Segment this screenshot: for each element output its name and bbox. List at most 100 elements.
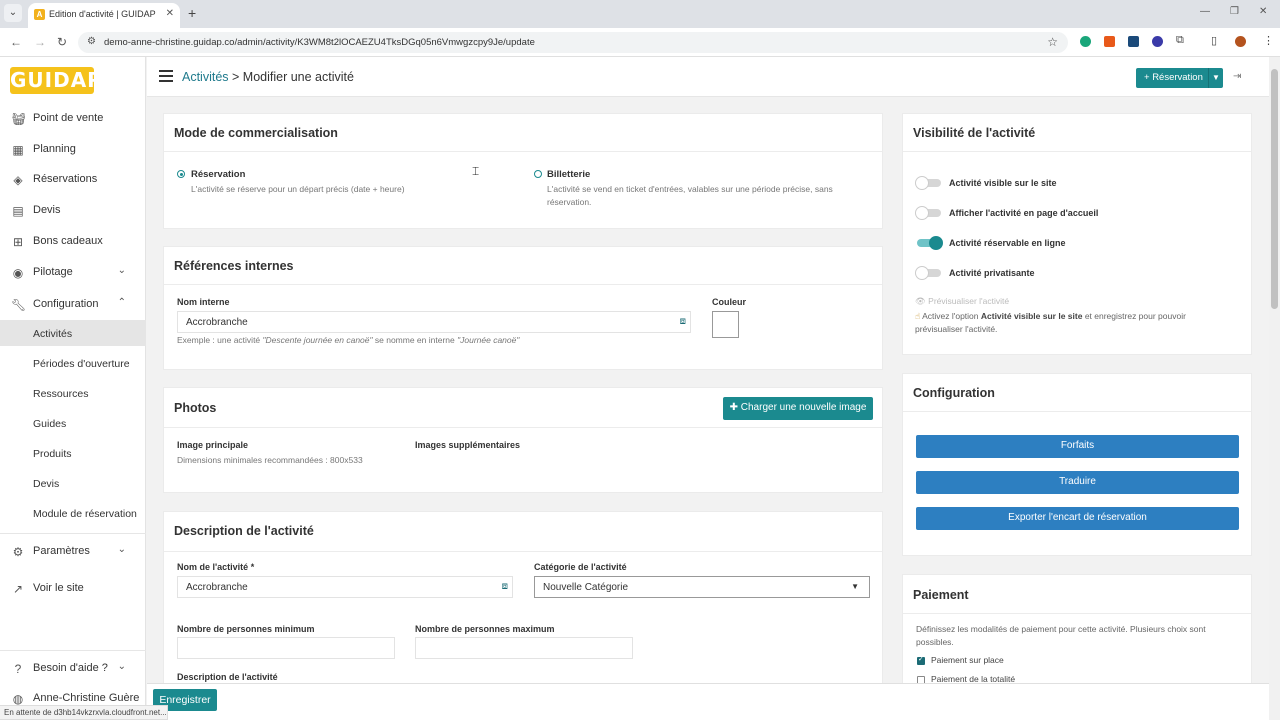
toggle-privatisante[interactable] [915, 266, 943, 280]
toggle-visible-site[interactable] [915, 176, 943, 190]
extensions-puzzle-icon[interactable]: ⧉ [1176, 34, 1184, 47]
nom-activite-label: Nom de l'activité * [177, 562, 254, 572]
caret-down-icon[interactable]: ▼ [1208, 68, 1223, 88]
autofill-icon[interactable]: ⧈ [502, 581, 508, 592]
panel-configuration: Configuration Forfaits Traduire Exporter… [902, 373, 1252, 556]
categorie-select[interactable]: Nouvelle Catégorie ▼ [534, 576, 870, 598]
logout-icon[interactable]: ⇥ [1233, 71, 1241, 82]
nom-interne-input[interactable]: Accrobranche ⧈ [177, 311, 691, 333]
sidebar-item-pilotage[interactable]: ◉ Pilotage ⌄ [0, 257, 146, 287]
nom-activite-input[interactable]: Accrobranche ⧈ [177, 576, 513, 598]
chevron-down-icon: ⌄ [117, 265, 126, 276]
toggle-visible-site-label: Activité visible sur le site [949, 178, 1057, 188]
chevron-up-icon: ⌃ [117, 297, 126, 308]
breadcrumb-link-activites[interactable]: Activités [182, 70, 229, 84]
page-scrollbar[interactable] [1269, 57, 1280, 720]
extension-1-icon[interactable] [1080, 36, 1091, 47]
billetterie-description: L'activité se vend en ticket d'entrées, … [547, 184, 833, 207]
minimize-icon[interactable]: — [1200, 6, 1210, 17]
forward-icon[interactable]: → [34, 35, 46, 49]
forfaits-button[interactable]: Forfaits [916, 435, 1239, 458]
menu-hamburger-icon[interactable] [159, 70, 173, 82]
panel-description: Description de l'activité Nom de l'activ… [163, 511, 883, 691]
sidebar-item-voir-site[interactable]: ↗ Voir le site [0, 573, 146, 603]
sidebar-subitem-activites[interactable]: Activités [0, 320, 146, 346]
address-bar[interactable]: ⚙ demo-anne-christine.guidap.co/admin/ac… [78, 32, 1068, 53]
paiement-description: Définissez les modalités de paiement pou… [916, 624, 1206, 647]
sidebar-item-label: Réservations [33, 173, 98, 185]
sidebar-panel-icon[interactable]: ▯ [1211, 34, 1217, 47]
sidebar-subitem-label: Module de réservation [33, 508, 137, 520]
logo-text: GUIDAP [10, 68, 103, 92]
hint-text: Exemple : une activité [177, 335, 263, 345]
profile-avatar-icon[interactable] [1235, 36, 1246, 47]
sidebar-subitem-ressources[interactable]: Ressources [0, 380, 146, 406]
sidebar-subitem-label: Ressources [33, 388, 89, 400]
checkbox-paiement-sur-place-label[interactable]: Paiement sur place [931, 654, 1004, 667]
external-link-icon: ↗ [12, 582, 24, 596]
exporter-encart-button[interactable]: Exporter l'encart de réservation [916, 507, 1239, 530]
guidap-favicon-icon: A [34, 9, 45, 20]
sidebar-subitem-periodes[interactable]: Périodes d'ouverture [0, 350, 146, 376]
scrollbar-thumb[interactable] [1271, 69, 1278, 309]
back-icon[interactable]: ← [10, 35, 22, 49]
min-personnes-label: Nombre de personnes minimum [177, 624, 315, 634]
min-personnes-input[interactable] [177, 637, 395, 659]
autofill-icon[interactable]: ⧈ [680, 316, 686, 327]
image-principale-label: Image principale [177, 440, 249, 450]
sidebar-item-point-de-vente[interactable]: 🧺︎ Point de vente [0, 103, 146, 133]
sidebar-item-label: Bons cadeaux [33, 235, 103, 247]
toggle-knob [915, 176, 929, 190]
document-icon: ▤ [12, 204, 24, 218]
bookmark-star-icon[interactable]: ☆ [1047, 35, 1058, 49]
browser-menu-icon[interactable]: ⋮ [1263, 34, 1274, 47]
reload-icon[interactable]: ↻ [57, 35, 67, 49]
sidebar-item-label: Devis [33, 204, 61, 216]
plus-icon: ✚ [729, 402, 741, 413]
radio-billetterie[interactable] [534, 170, 542, 178]
categorie-label: Catégorie de l'activité [534, 562, 627, 572]
sidebar-subitem-guides[interactable]: Guides [0, 410, 146, 436]
sidebar-item-devis[interactable]: ▤ Devis [0, 195, 146, 225]
traduire-button[interactable]: Traduire [916, 471, 1239, 494]
extension-4-icon[interactable] [1152, 36, 1163, 47]
sidebar-subitem-produits[interactable]: Produits [0, 440, 146, 466]
categorie-value: Nouvelle Catégorie [543, 582, 629, 593]
sidebar-item-configuration[interactable]: 🔧︎ Configuration ⌃ [0, 289, 146, 319]
new-tab-icon[interactable]: + [188, 5, 196, 21]
nom-interne-value: Accrobranche [186, 317, 248, 328]
extension-3-icon[interactable] [1128, 36, 1139, 47]
nom-activite-value: Accrobranche [186, 582, 248, 593]
guidap-logo[interactable]: GUIDAP [10, 67, 102, 94]
traduire-button-label: Traduire [1059, 476, 1096, 487]
checkbox-paiement-sur-place[interactable] [917, 655, 925, 665]
preview-label-text: Prévisualiser l'activité [928, 296, 1010, 306]
sidebar-item-aide[interactable]: ? Besoin d'aide ? ⌄ [0, 653, 146, 683]
sidebar-subitem-module-reservation[interactable]: Module de réservation [0, 500, 146, 526]
extension-2-icon[interactable] [1104, 36, 1115, 47]
max-personnes-input[interactable] [415, 637, 633, 659]
panel-divider [903, 411, 1251, 412]
sidebar-item-planning[interactable]: ▦ Planning [0, 134, 146, 164]
tab-list-button[interactable]: ⌄ [4, 4, 22, 22]
sidebar-subitem-devis[interactable]: Devis [0, 470, 146, 496]
color-picker[interactable] [712, 311, 739, 338]
caret-down-icon: ▼ [851, 582, 859, 591]
window-close-icon[interactable]: ✕ [1259, 6, 1267, 17]
preview-link[interactable]: 👁︎ Prévisualiser l'activité [915, 295, 1009, 308]
restore-icon[interactable]: ❐ [1230, 6, 1239, 17]
site-info-icon[interactable]: ⚙ [87, 36, 96, 47]
sidebar-item-reservations[interactable]: ◈ Réservations [0, 164, 146, 194]
radio-reservation-label[interactable]: Réservation [191, 169, 245, 180]
sidebar-item-bons-cadeaux[interactable]: ⊞ Bons cadeaux [0, 226, 146, 256]
close-icon[interactable]: ✕ [166, 8, 174, 19]
radio-billetterie-label[interactable]: Billetterie [547, 169, 590, 180]
reservation-label-text: Réservation [1152, 72, 1203, 83]
sidebar-item-parametres[interactable]: ⚙ Paramètres ⌄ [0, 536, 146, 566]
toggle-reservable-en-ligne[interactable] [915, 236, 943, 250]
upload-image-button[interactable]: ✚ Charger une nouvelle image [723, 397, 873, 420]
toggle-page-accueil[interactable] [915, 206, 943, 220]
new-reservation-button[interactable]: + Réservation ▼ [1136, 68, 1223, 88]
radio-reservation[interactable] [177, 170, 185, 178]
browser-tab[interactable]: A Edition d'activité | GUIDAP ✕ [28, 3, 180, 28]
